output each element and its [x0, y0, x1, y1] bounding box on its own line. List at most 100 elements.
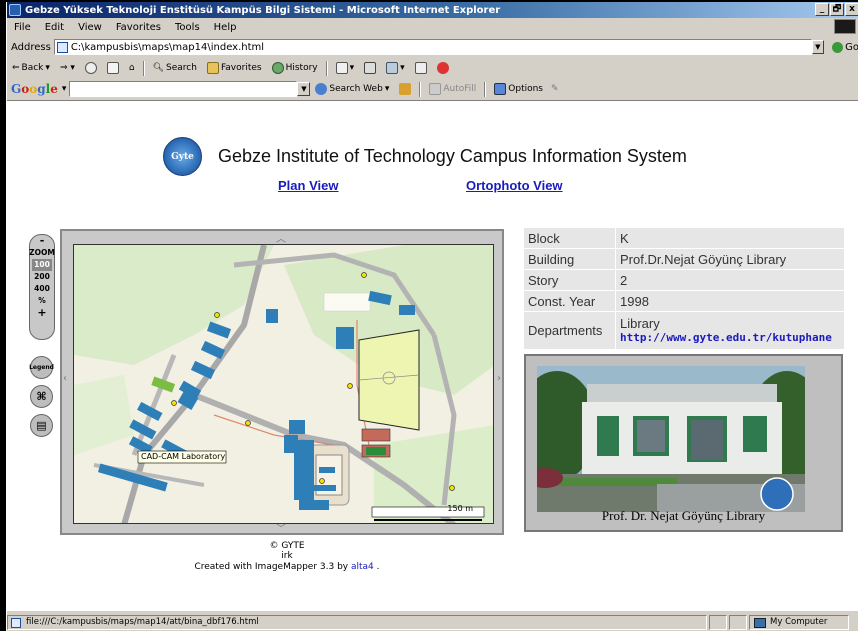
zoom-level-100[interactable]: 100	[32, 259, 52, 271]
mail-icon	[335, 62, 348, 74]
refresh-icon	[106, 62, 119, 74]
building-photo	[537, 366, 805, 512]
search-button[interactable]: 🔍︎ Search	[148, 63, 202, 73]
alta4-link[interactable]: alta4	[351, 562, 374, 572]
print-map-button[interactable]: ▤	[30, 414, 53, 437]
page-status-icon	[11, 617, 21, 628]
page-rank-button[interactable]	[394, 83, 416, 95]
plan-view-link[interactable]: Plan View	[278, 178, 338, 193]
favorites-label: Favorites	[220, 63, 262, 73]
ortophoto-view-link[interactable]: Ortophoto View	[466, 178, 563, 193]
messenger-button[interactable]	[432, 62, 454, 74]
address-input[interactable]: C:\kampusbis\maps\map14\index.html	[53, 39, 812, 55]
zoom-out-button[interactable]: -	[40, 235, 45, 247]
menu-view[interactable]: View	[71, 22, 109, 33]
zoom-label: ZOOM	[29, 248, 55, 257]
page-content: Gyte Gebze Institute of Technology Campu…	[7, 100, 858, 611]
menu-help[interactable]: Help	[207, 22, 244, 33]
refresh-button[interactable]	[102, 62, 124, 74]
edit-button[interactable]: ▾	[381, 62, 410, 74]
stop-button[interactable]	[80, 62, 102, 74]
favorites-button[interactable]: Favorites	[202, 62, 267, 74]
discuss-button[interactable]	[410, 62, 432, 74]
options-button[interactable]: Options ✎	[489, 83, 563, 95]
discuss-icon	[414, 62, 427, 74]
pan-east-icon[interactable]: ›	[497, 373, 501, 384]
photo-caption: Prof. Dr. Nejat Göyünç Library	[601, 508, 766, 523]
history-button[interactable]: History	[267, 62, 323, 74]
info-value: Prof.Dr.Nejat Göyünç Library	[615, 248, 845, 270]
dropdown-icon: ▾	[384, 84, 390, 94]
info-row-building: Building Prof.Dr.Nejat Göyünç Library	[523, 248, 845, 270]
print-icon	[364, 62, 377, 74]
menu-bar: File Edit View Favorites Tools Help	[7, 19, 858, 35]
windows-logo-icon	[834, 19, 856, 34]
go-button[interactable]: Go	[832, 41, 858, 53]
page-title: Gebze Institute of Technology Campus Inf…	[218, 146, 687, 166]
standard-toolbar: ⇐ Back ▾ ⇒ ▾ ⌂ 🔍︎ Search Favorites Histo…	[7, 58, 858, 78]
pan-west-icon[interactable]: ‹	[63, 373, 67, 384]
maximize-button[interactable]: 🗗	[830, 3, 844, 16]
zoom-in-button[interactable]: +	[37, 307, 46, 319]
window-controls: _ 🗗 x	[815, 3, 858, 16]
search-web-icon	[315, 83, 328, 95]
print-button[interactable]	[359, 62, 381, 74]
info-label: Block	[523, 227, 616, 249]
info-label: Story	[523, 269, 616, 291]
back-button[interactable]: ⇐ Back ▾	[7, 63, 55, 73]
menu-file[interactable]: File	[7, 22, 38, 33]
building-info-table: Block K Building Prof.Dr.Nejat Göyünç Li…	[523, 227, 845, 350]
close-button[interactable]: x	[845, 3, 858, 16]
status-text-pane: file:///C:/kampusbis/maps/map14/att/bina…	[7, 614, 707, 630]
google-search-dropdown-button[interactable]: ▼	[297, 82, 311, 96]
messenger-icon	[436, 62, 449, 74]
google-search-input[interactable]	[69, 81, 298, 97]
departments-link[interactable]: http://www.gyte.edu.tr/kutuphane	[620, 331, 832, 344]
search-web-label: Search Web	[329, 84, 383, 94]
binoculars-button[interactable]: ⌘	[30, 385, 53, 408]
menu-edit[interactable]: Edit	[38, 22, 71, 33]
menu-tools[interactable]: Tools	[168, 22, 207, 33]
history-icon	[271, 62, 284, 74]
forward-arrow-icon: ⇒ ▾	[59, 63, 75, 73]
minimize-button[interactable]: _	[815, 3, 829, 16]
search-web-button[interactable]: Search Web ▾	[310, 83, 394, 95]
info-row-story: Story 2	[523, 269, 845, 291]
building-photo-frame: Prof. Dr. Nejat Göyünç Library	[524, 354, 843, 532]
zone-text: My Computer	[770, 617, 828, 627]
status-pane	[709, 614, 727, 630]
campus-map[interactable]: CAD-CAM Laboratory 150 m	[73, 244, 494, 524]
mail-button[interactable]: ▾	[331, 62, 360, 74]
map-scale-label: 150 m	[447, 504, 473, 513]
toolbar-separator	[419, 81, 422, 97]
legend-button[interactable]: Legend	[29, 356, 54, 379]
zoom-level-200[interactable]: 200	[34, 271, 50, 283]
favorites-icon	[206, 62, 219, 74]
menu-favorites[interactable]: Favorites	[109, 22, 168, 33]
autofill-label: AutoFill	[443, 84, 477, 94]
go-label: Go	[845, 41, 858, 53]
binoculars-icon: ⌘	[36, 390, 47, 403]
security-zone-pane: My Computer	[749, 614, 849, 630]
address-label: Address	[11, 41, 51, 53]
google-menu-arrow-icon[interactable]: ▾	[62, 84, 67, 94]
toolbar-separator	[484, 81, 487, 97]
zoom-level-400[interactable]: 400	[34, 283, 50, 295]
campus-map-graphic[interactable]	[74, 245, 494, 524]
computer-icon	[754, 617, 766, 628]
page-heading: Gyte Gebze Institute of Technology Campu…	[163, 137, 687, 176]
edit-icon	[386, 62, 399, 74]
autofill-button[interactable]: AutoFill	[424, 83, 481, 95]
back-dropdown-icon: ▾	[45, 63, 50, 73]
address-dropdown-button[interactable]: ▼	[811, 40, 825, 54]
back-arrow-icon: ⇐	[12, 63, 20, 73]
home-button[interactable]: ⌂	[124, 63, 140, 73]
map-frame: ︿ ﹀ ‹ › CAD-CAM Laboratory 150 m	[60, 229, 504, 535]
address-url: C:\kampusbis\maps\map14\index.html	[70, 41, 265, 53]
google-logo[interactable]: Google	[7, 82, 62, 96]
home-icon: ⌂	[128, 63, 135, 73]
library-photo	[537, 366, 805, 512]
forward-button[interactable]: ⇒ ▾	[55, 63, 80, 73]
pan-north-icon[interactable]: ︿	[276, 230, 286, 245]
info-label: Building	[523, 248, 616, 270]
